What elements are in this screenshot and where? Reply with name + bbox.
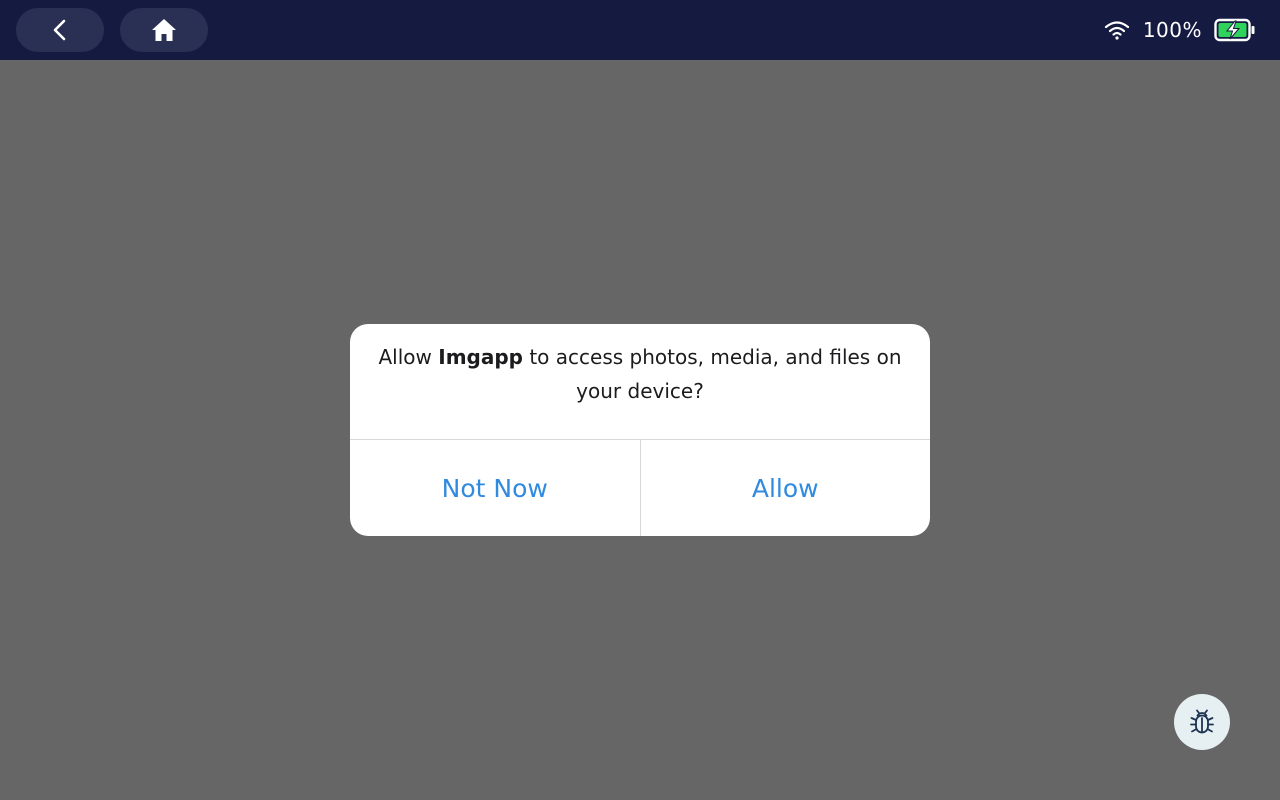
message-prefix: Allow xyxy=(378,345,439,369)
dialog-actions: Not Now Allow xyxy=(350,439,930,536)
bug-icon xyxy=(1190,709,1214,734)
permission-dialog: Allow Imgapp to access photos, media, an… xyxy=(350,324,930,536)
chevron-left-icon xyxy=(53,19,66,41)
status-area: 100% xyxy=(1103,0,1256,60)
allow-button[interactable]: Allow xyxy=(641,440,931,536)
top-bar: 100% xyxy=(0,0,1280,60)
home-button[interactable] xyxy=(120,8,208,52)
wifi-icon xyxy=(1104,21,1129,40)
battery-charging-icon xyxy=(1214,18,1255,42)
debug-button[interactable] xyxy=(1174,694,1230,750)
not-now-button[interactable]: Not Now xyxy=(350,440,641,536)
home-icon xyxy=(152,19,176,41)
app-name: Imgapp xyxy=(438,345,523,369)
back-button[interactable] xyxy=(16,8,104,52)
dialog-message: Allow Imgapp to access photos, media, an… xyxy=(350,324,930,439)
message-suffix: to access photos, media, and files on yo… xyxy=(522,345,902,403)
battery-percentage: 100% xyxy=(1142,18,1202,42)
